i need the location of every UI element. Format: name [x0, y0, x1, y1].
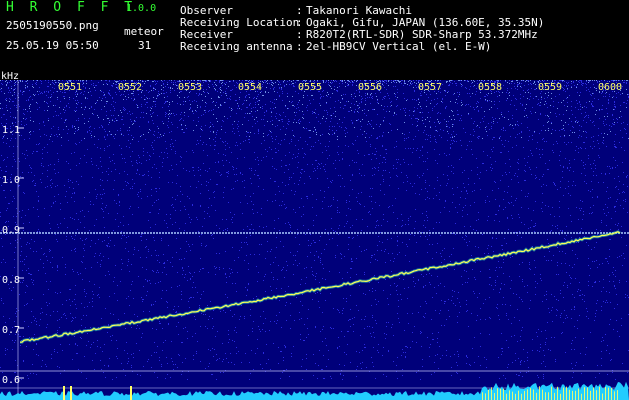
y-tick-label: 0.9: [2, 225, 20, 236]
time-tick-label: 0600: [598, 82, 622, 93]
baseline-peak: [130, 386, 132, 400]
time-tick-label: 0555: [298, 82, 322, 93]
time-tick-label: 0552: [118, 82, 142, 93]
hrofft-window: H R O F F T 1.0.0 2505190550.png meteor …: [0, 0, 629, 400]
baseline-peak: [63, 386, 65, 400]
frequency-unit-label: kHz: [1, 71, 20, 82]
time-tick-label: 0559: [538, 82, 562, 93]
y-tick-label: 1.0: [2, 175, 20, 186]
baseline-peak: [70, 386, 72, 400]
y-tick-label: 0.8: [2, 275, 20, 286]
time-tick-label: 0551: [58, 82, 82, 93]
spectrogram: 1.1 1.0 0.9 0.8 0.7 0.6 0551 0552 0553 0…: [0, 80, 629, 400]
time-tick-label: 0558: [478, 82, 502, 93]
time-tick-label: 0557: [418, 82, 442, 93]
time-tick-label: 0554: [238, 82, 262, 93]
y-tick-label: 0.7: [2, 325, 20, 336]
y-tick-label: 0.6: [2, 375, 20, 386]
time-tick-label: 0553: [178, 82, 202, 93]
time-tick-label: 0556: [358, 82, 382, 93]
y-tick-label: 1.1: [2, 125, 20, 136]
